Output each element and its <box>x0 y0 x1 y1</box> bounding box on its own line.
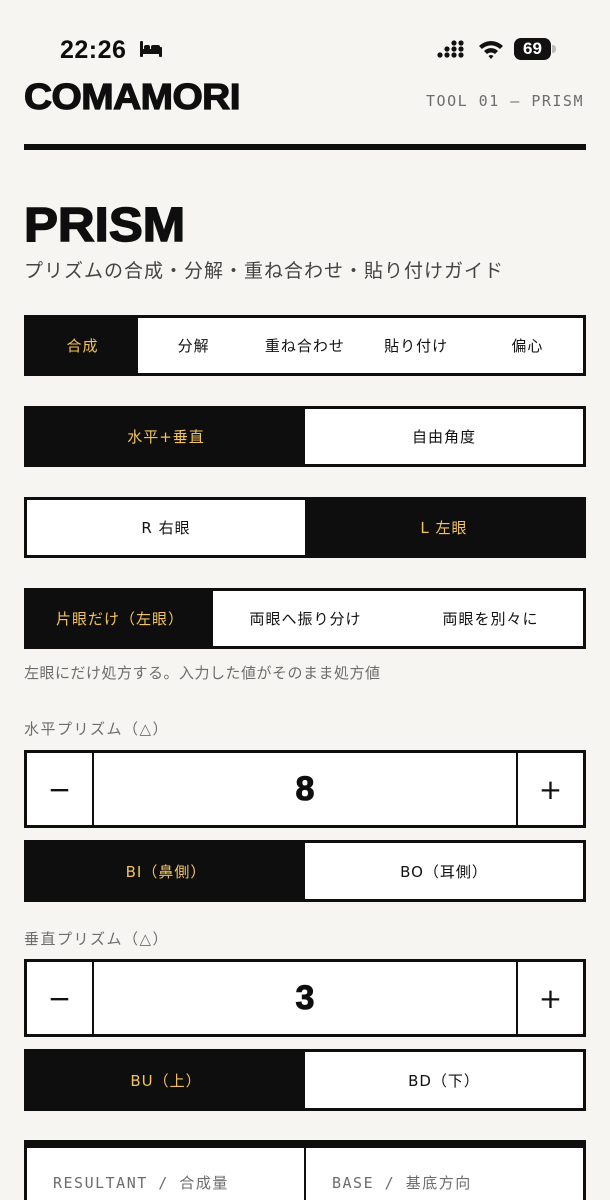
eye-toggle: R 右眼 L 左眼 <box>24 497 586 558</box>
vertical-decrement-button[interactable]: − <box>27 962 94 1034</box>
tab-overlay[interactable]: 重ね合わせ <box>249 318 361 373</box>
base-down-button[interactable]: BD（下） <box>305 1052 583 1108</box>
vertical-base-toggle: BU（上） BD（下） <box>24 1049 586 1111</box>
base-out-button[interactable]: BO（耳側） <box>305 843 583 899</box>
horizontal-decrement-button[interactable]: − <box>27 753 94 825</box>
mode-tabs: 合成 分解 重ね合わせ 貼り付け 偏心 <box>24 315 586 376</box>
tab-decompose[interactable]: 分解 <box>138 318 250 373</box>
both-separately-button[interactable]: 両眼を別々に <box>398 591 583 646</box>
horizontal-prism-label: 水平プリズム（△） <box>24 720 170 738</box>
horizontal-increment-button[interactable]: + <box>516 753 583 825</box>
vertical-prism-value[interactable]: 3 <box>94 962 516 1034</box>
input-mode-hv-button[interactable]: 水平+垂直 <box>27 409 305 464</box>
tab-compose[interactable]: 合成 <box>27 318 138 373</box>
tab-decentration[interactable]: 偏心 <box>471 318 583 373</box>
tool-label: TOOL 01 — PRISM <box>426 92 584 110</box>
page-subtitle: プリズムの合成・分解・重ね合わせ・貼り付けガイド <box>24 260 505 282</box>
split-both-button[interactable]: 両眼へ振り分け <box>213 591 398 646</box>
wifi-icon <box>477 38 505 64</box>
header-divider <box>24 144 586 150</box>
resultant-label: RESULTANT / 合成量 <box>53 1174 229 1192</box>
horizontal-prism-value[interactable]: 8 <box>94 753 516 825</box>
distribution-toggle: 片眼だけ（左眼） 両眼へ振り分け 両眼を別々に <box>24 588 586 649</box>
signal-icon <box>437 40 467 64</box>
base-in-button[interactable]: BI（鼻側） <box>27 843 305 899</box>
left-eye-button[interactable]: L 左眼 <box>305 500 583 555</box>
base-up-button[interactable]: BU（上） <box>27 1052 305 1108</box>
status-time: 22:26 <box>60 36 127 64</box>
tab-paste[interactable]: 貼り付け <box>360 318 472 373</box>
battery-icon: 69 <box>514 38 556 60</box>
input-mode-toggle: 水平+垂直 自由角度 <box>24 406 586 467</box>
horizontal-prism-stepper: − 8 + <box>24 750 586 828</box>
vertical-prism-stepper: − 3 + <box>24 959 586 1037</box>
distribution-hint: 左眼にだけ処方する。入力した値がそのまま処方値 <box>24 664 381 682</box>
page-title: PRISM <box>23 198 186 253</box>
vertical-increment-button[interactable]: + <box>516 962 583 1034</box>
bed-icon <box>139 40 163 62</box>
input-mode-free-angle-button[interactable]: 自由角度 <box>305 409 583 464</box>
battery-level: 69 <box>514 38 551 60</box>
result-card: RESULTANT / 合成量 BASE / 基底方向 <box>24 1140 586 1200</box>
right-eye-button[interactable]: R 右眼 <box>27 500 305 555</box>
single-eye-button[interactable]: 片眼だけ（左眼） <box>27 591 213 646</box>
brand-logo[interactable]: COMAMORI <box>23 75 241 118</box>
base-direction-label: BASE / 基底方向 <box>304 1148 583 1200</box>
vertical-prism-label: 垂直プリズム（△） <box>24 930 170 948</box>
horizontal-base-toggle: BI（鼻側） BO（耳側） <box>24 840 586 902</box>
